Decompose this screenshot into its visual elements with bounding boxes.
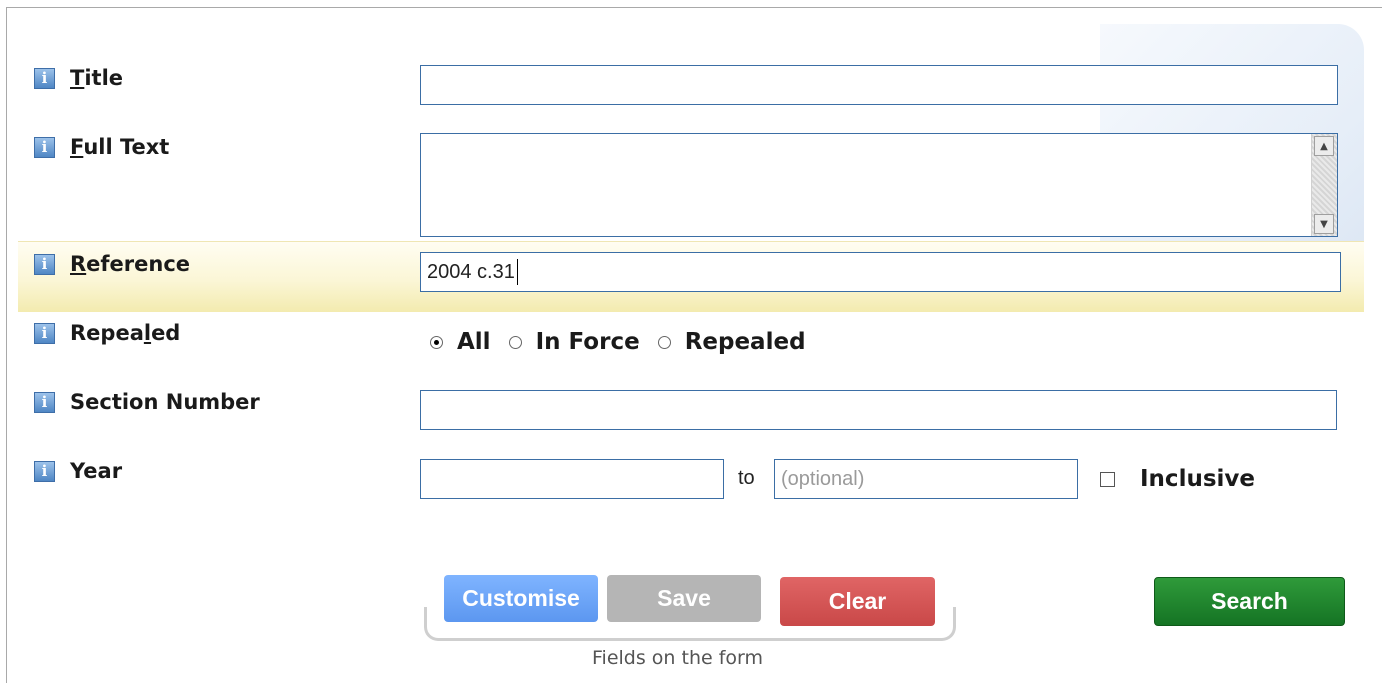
info-icon[interactable]: i [34,67,55,89]
full-text-label: i Full Text [34,135,169,159]
year-to-input[interactable]: (optional) [774,459,1078,499]
search-button[interactable]: Search [1154,577,1345,626]
radio-repealed[interactable] [657,335,671,349]
reference-input-value: 2004 c.31 [427,260,515,283]
section-number-label: i Section Number [34,390,260,414]
info-icon[interactable]: i [34,253,55,275]
reference-input[interactable]: 2004 c.31 [420,252,1341,292]
info-icon[interactable]: i [34,322,55,344]
customise-button[interactable]: Customise [444,575,598,622]
inclusive-checkbox[interactable] [1100,472,1115,487]
radio-all[interactable] [430,335,443,349]
title-label-text: Title [70,66,124,90]
radio-repealed-label[interactable]: Repealed [685,329,806,355]
info-icon[interactable]: i [34,136,55,158]
reference-label: i Reference [34,252,190,276]
text-caret [516,259,518,285]
radio-in-force-label[interactable]: In Force [536,329,640,355]
reference-label-text: Reference [70,252,191,276]
section-number-input[interactable] [420,390,1337,430]
section-number-label-text: Section Number [70,390,260,414]
info-icon[interactable]: i [34,391,55,413]
save-button[interactable]: Save [607,575,761,622]
year-from-input[interactable] [420,459,724,499]
scroll-up-arrow-icon[interactable]: ▲ [1314,136,1334,156]
year-label-text: Year [70,459,123,483]
repealed-radio-group: All In Force Repealed [430,327,824,357]
full-text-label-text: Full Text [70,135,170,159]
year-to-text: to [738,467,755,489]
title-input[interactable] [420,65,1338,105]
info-icon[interactable]: i [34,460,55,482]
scroll-down-arrow-icon[interactable]: ▼ [1314,214,1334,234]
full-text-scrollbar[interactable]: ▲ ▼ [1311,134,1337,236]
clear-button[interactable]: Clear [780,577,935,626]
radio-in-force[interactable] [508,335,522,349]
radio-all-label[interactable]: All [457,329,491,355]
fields-caption: Fields on the form [592,647,764,669]
repealed-label: i Repealed [34,321,180,345]
inclusive-label[interactable]: Inclusive [1140,466,1255,492]
full-text-input[interactable]: ▲ ▼ [420,133,1338,237]
year-label: i Year [34,459,122,483]
repealed-label-text: Repealed [70,321,181,345]
title-label: i Title [34,66,123,90]
